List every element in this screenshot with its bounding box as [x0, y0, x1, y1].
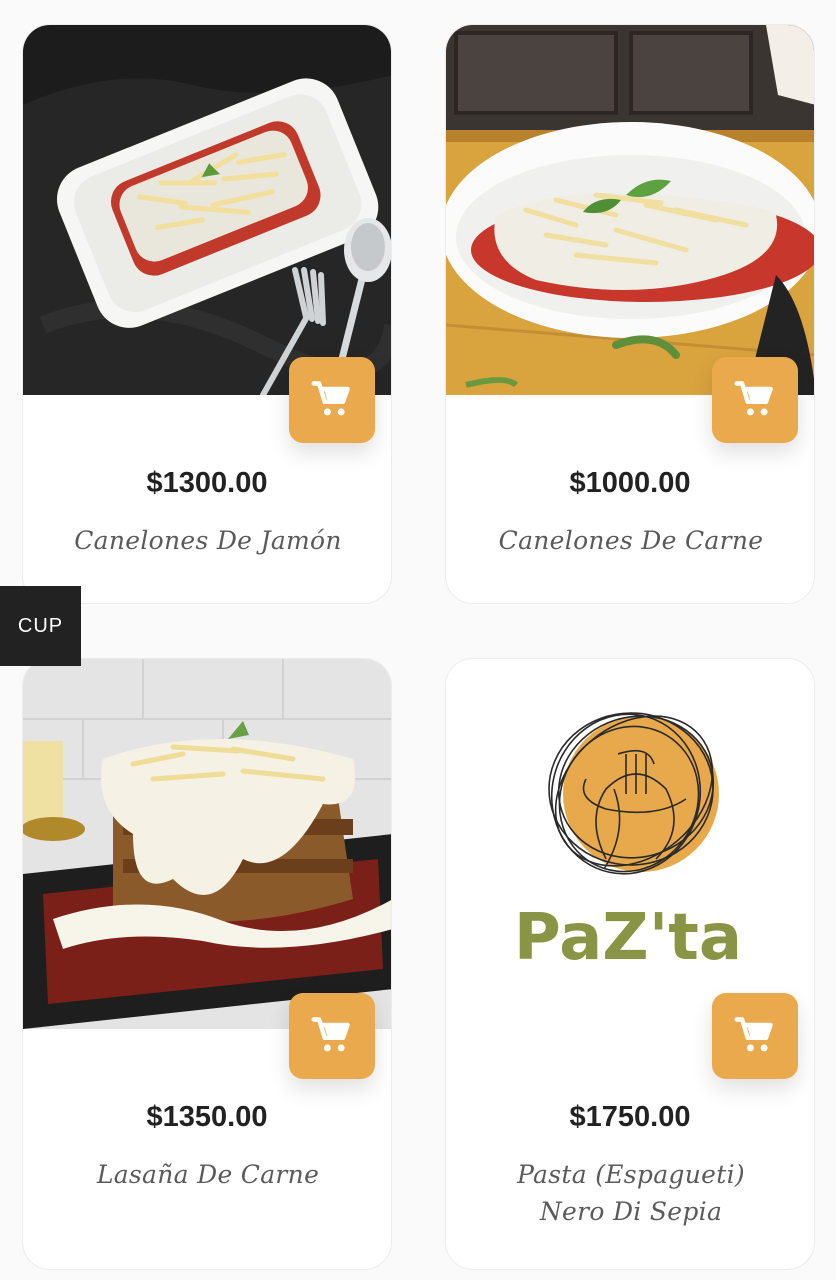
currency-selector-tab[interactable]: CUP: [0, 586, 81, 666]
product-name[interactable]: Canelones De Carne: [456, 522, 806, 559]
product-price: $1300.00: [146, 467, 268, 499]
product-image[interactable]: [23, 659, 391, 1029]
shopping-cart-icon: [311, 381, 350, 416]
product-name[interactable]: Canelones De Jamón: [33, 522, 383, 559]
product-card[interactable]: $1350.00 Lasaña De Carne: [22, 658, 392, 1270]
pazta-logo-text: PaZ'ta: [514, 901, 742, 975]
shopping-cart-icon: [311, 1017, 350, 1052]
shopping-cart-icon: [734, 1017, 773, 1052]
product-price: $1750.00: [569, 1101, 691, 1133]
product-price: $1350.00: [146, 1101, 268, 1133]
product-card[interactable]: PaZ'ta $1750.00 Pasta (Espagueti) Nero D…: [445, 658, 815, 1270]
product-card[interactable]: $1000.00 Canelones De Carne: [445, 24, 815, 604]
product-image[interactable]: [23, 25, 391, 395]
add-to-cart-button[interactable]: [289, 993, 375, 1079]
product-name[interactable]: Lasaña De Carne: [33, 1156, 383, 1193]
product-image-placeholder[interactable]: PaZ'ta: [446, 659, 814, 1029]
add-to-cart-button[interactable]: [712, 993, 798, 1079]
product-name-line-2[interactable]: Nero Di Sepia: [456, 1193, 806, 1230]
product-image[interactable]: [446, 25, 814, 395]
product-card[interactable]: $1300.00 Canelones De Jamón: [22, 24, 392, 604]
shopping-cart-icon: [734, 381, 773, 416]
add-to-cart-button[interactable]: [712, 357, 798, 443]
product-name-line-1[interactable]: Pasta (Espagueti): [456, 1156, 806, 1193]
add-to-cart-button[interactable]: [289, 357, 375, 443]
product-price: $1000.00: [569, 467, 691, 499]
